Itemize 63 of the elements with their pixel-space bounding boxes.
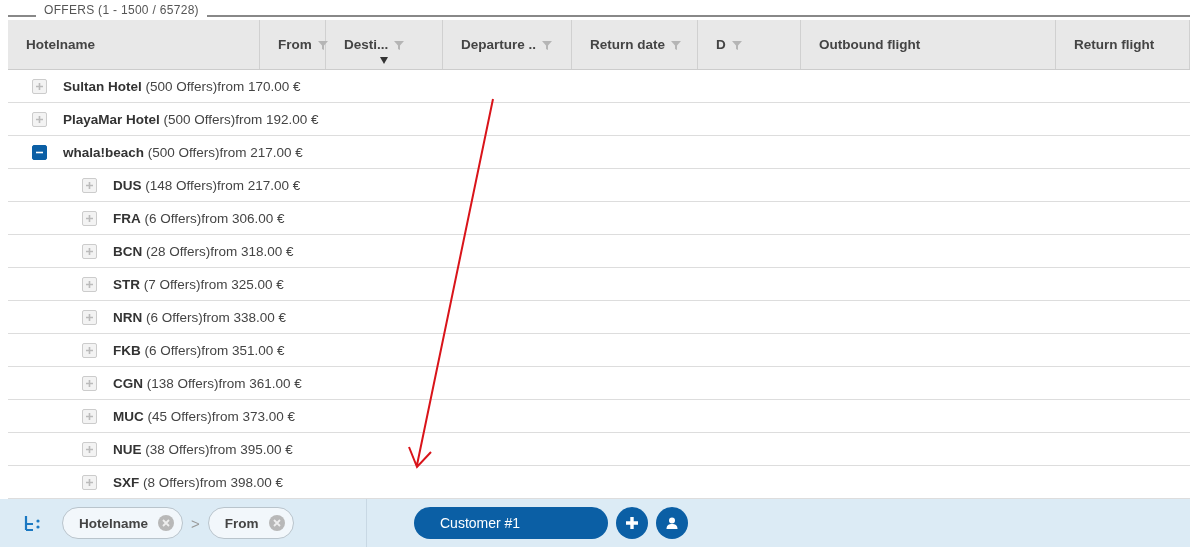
group-row-text: SXF (8 Offers)from 398.00 € bbox=[113, 474, 284, 490]
column-header[interactable]: Return date bbox=[572, 20, 698, 69]
expand-button[interactable] bbox=[82, 177, 97, 193]
group-row-text: NUE (38 Offers)from 395.00 € bbox=[113, 441, 293, 457]
expand-button[interactable] bbox=[32, 111, 47, 127]
plus-icon bbox=[85, 213, 94, 223]
group-row-text: STR (7 Offers)from 325.00 € bbox=[113, 276, 284, 292]
expand-button[interactable] bbox=[82, 408, 97, 424]
add-button[interactable] bbox=[616, 507, 648, 539]
group-row-text: CGN (138 Offers)from 361.00 € bbox=[113, 375, 302, 391]
group-row-text: PlayaMar Hotel (500 Offers)from 192.00 € bbox=[63, 111, 319, 127]
group-row-text: DUS (148 Offers)from 217.00 € bbox=[113, 177, 301, 193]
plus-icon bbox=[35, 81, 44, 91]
group-row-text: Sultan Hotel (500 Offers)from 170.00 € bbox=[63, 78, 301, 94]
plus-icon bbox=[85, 411, 94, 421]
expand-button[interactable] bbox=[82, 210, 97, 226]
plus-icon bbox=[85, 246, 94, 256]
collapse-button[interactable] bbox=[32, 144, 47, 160]
plus-icon bbox=[85, 477, 94, 487]
user-button[interactable] bbox=[656, 507, 688, 539]
grouping-icon bbox=[24, 514, 42, 532]
group-row-text: FKB (6 Offers)from 351.00 € bbox=[113, 342, 285, 358]
filter-icon[interactable] bbox=[731, 39, 742, 50]
filter-icon[interactable] bbox=[671, 39, 681, 50]
expand-button[interactable] bbox=[32, 78, 47, 94]
filter-icon[interactable] bbox=[542, 39, 553, 50]
group-row-text: BCN (28 Offers)from 318.00 € bbox=[113, 243, 294, 259]
group-row-text: MUC (45 Offers)from 373.00 € bbox=[113, 408, 296, 424]
group-row-text: NRN (6 Offers)from 338.00 € bbox=[113, 309, 287, 325]
plus-icon bbox=[85, 345, 94, 355]
remove-icon[interactable] bbox=[268, 515, 285, 531]
plus-icon bbox=[85, 312, 94, 322]
plus-icon bbox=[85, 279, 94, 289]
group-chip[interactable]: From bbox=[207, 507, 294, 539]
column-header[interactable]: From bbox=[260, 20, 326, 69]
plus-icon bbox=[85, 444, 94, 454]
column-header[interactable]: D bbox=[698, 20, 801, 69]
group-chip[interactable]: Hotelname bbox=[62, 507, 184, 539]
separator-text: > bbox=[191, 514, 200, 532]
group-row-text: FRA (6 Offers)from 306.00 € bbox=[113, 210, 285, 226]
customer-button[interactable]: Customer #1 bbox=[414, 507, 608, 539]
column-header[interactable]: Return flight bbox=[1056, 20, 1190, 69]
user-icon bbox=[665, 516, 679, 530]
expand-button[interactable] bbox=[82, 309, 97, 325]
filter-icon[interactable] bbox=[394, 39, 405, 50]
plus-icon bbox=[85, 180, 94, 190]
expand-button[interactable] bbox=[82, 474, 97, 490]
panel-title: OFFERS (1 - 1500 / 65728) bbox=[43, 2, 200, 19]
column-header[interactable]: Outbound flight bbox=[801, 20, 1056, 69]
group-row-text: whala!beach (500 Offers)from 217.00 € bbox=[63, 144, 303, 160]
filter-icon[interactable] bbox=[317, 39, 328, 50]
column-header[interactable]: Desti... bbox=[326, 20, 443, 69]
column-header[interactable]: Departure .. bbox=[443, 20, 572, 69]
remove-icon[interactable] bbox=[158, 515, 175, 531]
plus-icon bbox=[35, 114, 44, 124]
expand-button[interactable] bbox=[82, 441, 97, 457]
column-header[interactable]: Hotelname bbox=[8, 20, 260, 69]
expand-button[interactable] bbox=[82, 342, 97, 358]
expand-button[interactable] bbox=[82, 276, 97, 292]
expand-button[interactable] bbox=[82, 375, 97, 391]
plus-icon bbox=[85, 378, 94, 388]
expand-button[interactable] bbox=[82, 243, 97, 259]
plus-icon bbox=[624, 515, 640, 531]
